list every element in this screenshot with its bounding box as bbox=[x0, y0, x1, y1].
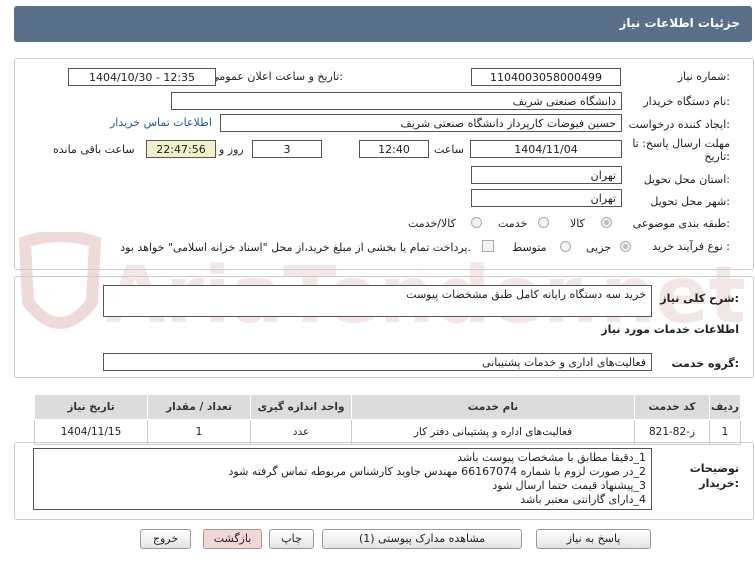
cell-name: فعالیت‌های اداره و پشتیبانی دفتر کار bbox=[351, 419, 635, 445]
city-field: تهران bbox=[471, 189, 622, 207]
remaining-time-label: ساعت باقی مانده bbox=[53, 143, 135, 156]
service-group-field: فعالیت‌های اداری و خدمات پشتیبانی bbox=[103, 353, 652, 371]
table-header-row: ردیف کد خدمت نام خدمت واحد اندازه گیری ت… bbox=[34, 394, 741, 420]
deadline-time-field: 12:40 bbox=[359, 140, 429, 158]
col-unit: واحد اندازه گیری bbox=[250, 394, 352, 420]
cell-row: 1 bbox=[709, 419, 741, 445]
category-label: طبقه بندی موضوعی: bbox=[632, 217, 730, 230]
buyer-notes-field: 1_دقیقا مطابق با مشخصات پیوست باشد 2_در … bbox=[33, 448, 652, 510]
attachments-button[interactable]: مشاهده مدارک پیوستی (1) bbox=[322, 529, 522, 549]
category-goods-radio[interactable] bbox=[601, 217, 612, 228]
process-label: نوع فرآیند خرید : bbox=[652, 240, 730, 253]
remaining-time-field: 22:47:56 bbox=[146, 140, 216, 158]
days-remaining-field: 3 bbox=[252, 140, 322, 158]
notes-label: توضیحات bbox=[689, 462, 739, 475]
need-number-field: 1104003058000499 bbox=[471, 68, 621, 86]
page-title: جزئیات اطلاعات نیاز bbox=[619, 16, 740, 30]
category-option-both: کالا/خدمت bbox=[408, 217, 456, 230]
days-label: روز و bbox=[219, 143, 244, 156]
province-label: استان محل تحویل: bbox=[643, 173, 730, 186]
announce-label: تاریخ و ساعت اعلان عمومی: bbox=[210, 70, 343, 83]
col-code: کد خدمت bbox=[634, 394, 710, 420]
summary-field: خرید سه دستگاه رایانه کامل طبق مشخصات پی… bbox=[103, 285, 652, 317]
contact-info-link[interactable]: اطلاعات تماس خریدار bbox=[110, 116, 212, 129]
category-option-service: خدمت bbox=[498, 217, 528, 230]
process-medium-radio[interactable] bbox=[560, 241, 571, 252]
announce-datetime-field: 1404/10/30 - 12:35 bbox=[68, 68, 216, 86]
creator-label: ایجاد کننده درخواست: bbox=[628, 118, 730, 131]
deadline-time-label: ساعت bbox=[434, 143, 464, 156]
col-qty: تعداد / مقدار bbox=[147, 394, 251, 420]
cell-qty: 1 bbox=[147, 419, 251, 445]
province-field: تهران bbox=[471, 166, 622, 184]
treasury-payment-checkbox[interactable] bbox=[482, 240, 494, 252]
summary-label: شرح کلی نیاز: bbox=[660, 292, 739, 305]
cell-code: ز-82-821 bbox=[634, 419, 710, 445]
buyer-org-field: دانشگاه صنعتی شریف bbox=[171, 92, 622, 110]
col-name: نام خدمت bbox=[351, 394, 635, 420]
buyer-org-label: نام دستگاه خریدار: bbox=[643, 95, 730, 108]
deadline-date-field: 1404/11/04 bbox=[470, 140, 622, 158]
back-button[interactable]: بازگشت bbox=[203, 529, 262, 549]
note-line-2: 2_در صورت لزوم با شماره 66167074 مهندس ج… bbox=[228, 465, 646, 478]
payment-note: پرداخت تمام یا بخشی از مبلغ خرید،از محل … bbox=[120, 241, 471, 254]
service-group-label: گروه خدمت: bbox=[671, 357, 739, 370]
info-panel bbox=[14, 58, 754, 270]
process-option-minor: جزیی bbox=[586, 241, 612, 254]
process-option-medium: متوسط bbox=[512, 241, 547, 254]
deadline-label: مهلت ارسال پاسخ: تا bbox=[632, 137, 730, 150]
city-label: شهر محل تحویل: bbox=[650, 195, 730, 208]
note-line-4: 4_دارای گارانتی معتبر باشد bbox=[520, 493, 646, 506]
reply-button[interactable]: پاسخ به نیاز bbox=[536, 529, 651, 549]
print-button[interactable]: چاپ bbox=[269, 529, 314, 549]
notes-label-2: خریدار: bbox=[699, 477, 739, 490]
note-line-3: 3_پیشنهاد قیمت حتما ارسال شود bbox=[492, 479, 646, 492]
col-date: تاریخ نیاز bbox=[34, 394, 148, 420]
category-service-radio[interactable] bbox=[538, 217, 549, 228]
table-row: 1 ز-82-821 فعالیت‌های اداره و پشتیبانی د… bbox=[34, 419, 741, 445]
exit-button[interactable]: خروج bbox=[140, 529, 191, 549]
process-minor-radio[interactable] bbox=[620, 241, 631, 252]
category-option-goods: کالا bbox=[570, 217, 585, 230]
services-section-title: اطلاعات خدمات مورد نیاز bbox=[601, 323, 739, 336]
services-table: ردیف کد خدمت نام خدمت واحد اندازه گیری ت… bbox=[34, 394, 741, 445]
need-number-label: شماره نیاز: bbox=[677, 70, 730, 83]
creator-field: حسین فیوضات کارپرداز دانشگاه صنعتی شریف bbox=[220, 114, 622, 132]
note-line-1: 1_دقیقا مطابق با مشخصات پیوست باشد bbox=[457, 451, 646, 464]
category-both-radio[interactable] bbox=[471, 217, 482, 228]
cell-unit: عدد bbox=[250, 419, 352, 445]
col-row: ردیف bbox=[709, 394, 741, 420]
header-bar: جزئیات اطلاعات نیاز bbox=[14, 6, 752, 42]
cell-date: 1404/11/15 bbox=[34, 419, 148, 445]
deadline-label-2: تاریخ: bbox=[704, 150, 730, 163]
